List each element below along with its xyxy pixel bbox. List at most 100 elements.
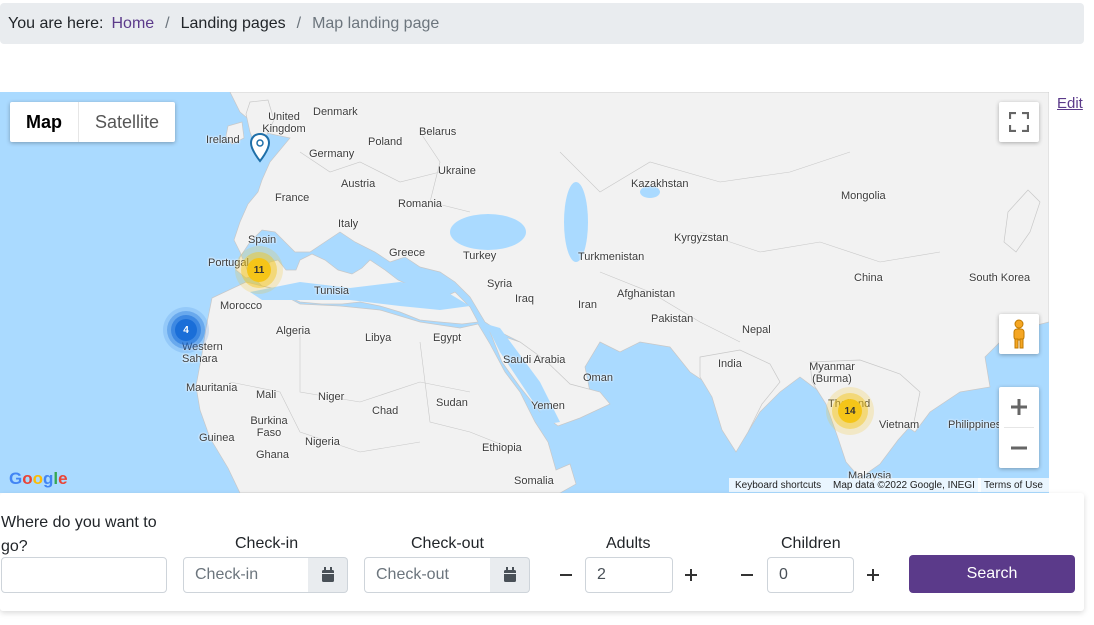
country-label: Ghana (256, 449, 290, 461)
country-label: India (718, 358, 742, 370)
country-label: Ukraine (438, 165, 476, 177)
children-increment-button[interactable] (855, 557, 891, 593)
country-label: Spain (248, 234, 277, 246)
minus-icon (741, 574, 753, 576)
breadcrumb-separator: / (165, 14, 170, 32)
children-input[interactable]: 0 (767, 557, 854, 593)
country-label: Nigeria (305, 436, 340, 448)
country-label: Mali (256, 389, 277, 401)
country-label: Afghanistan (617, 288, 676, 300)
country-label: Mongolia (841, 190, 886, 202)
country-label: Poland (368, 136, 403, 148)
country-label: Saudi Arabia (503, 354, 566, 366)
breadcrumb-home-link[interactable]: Home (111, 15, 154, 33)
edit-link[interactable]: Edit (1057, 95, 1083, 112)
country-label: Germany (309, 148, 355, 160)
country-label: Belarus (419, 126, 457, 138)
country-label: Nepal (742, 324, 771, 336)
country-label: Pakistan (651, 313, 694, 325)
zoom-control (999, 387, 1039, 468)
checkin-label: Check-in (235, 535, 299, 552)
plus-icon (685, 569, 697, 581)
country-label: Ireland (206, 134, 240, 146)
country-label: Ethiopia (482, 442, 522, 454)
map-type-map-button[interactable]: Map (10, 102, 78, 142)
country-label: Morocco (220, 300, 263, 312)
breadcrumb-lead: You are here: (8, 14, 104, 32)
adults-decrement-button[interactable] (548, 557, 584, 593)
map-type-control: Map Satellite (10, 102, 176, 142)
checkout-label: Check-out (411, 535, 484, 552)
marker-cluster[interactable]: 14 (838, 399, 862, 423)
marker-cluster[interactable]: 11 (247, 258, 271, 282)
cluster-count: 11 (253, 264, 265, 276)
minus-icon (560, 574, 572, 576)
cluster-count: 14 (844, 405, 856, 417)
fullscreen-button[interactable] (999, 102, 1039, 142)
country-label: Somalia (514, 475, 554, 487)
country-label: Guinea (199, 432, 235, 444)
country-label: Kyrgyzstan (674, 232, 729, 244)
country-label: Italy (338, 218, 359, 230)
checkout-input[interactable]: Check-out (364, 557, 491, 593)
country-label: China (854, 272, 883, 284)
breadcrumb-separator: / (296, 14, 302, 32)
country-label: Niger (318, 391, 345, 403)
calendar-icon (503, 567, 516, 582)
country-label: Kazakhstan (631, 178, 689, 190)
destination-input[interactable] (1, 557, 167, 593)
breadcrumb-landing-pages: Landing pages (180, 14, 286, 32)
country-label: Burkina Faso (250, 415, 288, 439)
calendar-icon (321, 567, 334, 582)
country-label: Austria (341, 178, 376, 190)
country-label: France (275, 192, 310, 204)
country-label: Tunisia (314, 285, 350, 297)
terms-of-use-link[interactable]: Terms of Use (978, 478, 1049, 492)
country-label: Turkey (463, 250, 497, 262)
country-label: South Korea (969, 272, 1031, 284)
location-pin-icon[interactable] (250, 133, 270, 163)
zoom-in-button[interactable] (999, 387, 1039, 427)
zoom-out-button[interactable] (999, 428, 1039, 468)
fullscreen-icon (1009, 112, 1029, 132)
country-label: Denmark (313, 106, 358, 118)
country-label: Mauritania (186, 382, 238, 394)
country-label: Egypt (433, 332, 462, 344)
country-label: Vietnam (879, 419, 920, 431)
country-label: Libya (365, 332, 392, 344)
country-label: Syria (487, 278, 513, 290)
map-canvas[interactable]: Denmark United Kingdom Ireland Belarus P… (0, 92, 1049, 493)
booking-search-form: Where do you want to go? Check-in Check-… (0, 493, 1084, 611)
country-label: Philippines (948, 419, 1002, 431)
adults-input[interactable]: 2 (585, 557, 673, 593)
plus-icon (867, 569, 879, 581)
checkin-calendar-button[interactable] (308, 557, 348, 593)
country-label: Oman (583, 372, 613, 384)
google-logo: Google (9, 469, 68, 488)
breadcrumb: You are here: Home / Landing pages / Map… (0, 3, 1084, 44)
country-label: Algeria (276, 325, 311, 337)
checkout-calendar-button[interactable] (490, 557, 530, 593)
country-label: Iran (578, 299, 597, 311)
country-label: Portugal (208, 257, 249, 269)
children-decrement-button[interactable] (729, 557, 765, 593)
country-label: Chad (372, 405, 399, 417)
country-label: Greece (389, 247, 426, 259)
adults-increment-button[interactable] (673, 557, 709, 593)
country-label: Iraq (515, 293, 534, 305)
checkin-input[interactable]: Check-in (183, 557, 309, 593)
country-label: Sudan (436, 397, 468, 409)
children-label: Children (781, 535, 841, 552)
plus-icon (1011, 399, 1027, 415)
search-button[interactable]: Search (909, 555, 1075, 593)
country-label: Turkmenistan (578, 251, 645, 263)
minus-icon (1011, 446, 1027, 450)
pegman-icon (1013, 319, 1025, 349)
map-type-satellite-button[interactable]: Satellite (78, 102, 175, 142)
street-view-button[interactable] (999, 314, 1039, 354)
cluster-count: 4 (183, 324, 189, 336)
keyboard-shortcuts-link[interactable]: Keyboard shortcuts (729, 478, 828, 492)
country-label: United Kingdom (262, 111, 306, 135)
marker-cluster[interactable]: 4 (175, 319, 197, 341)
country-label: Myanmar (Burma) (809, 361, 855, 385)
